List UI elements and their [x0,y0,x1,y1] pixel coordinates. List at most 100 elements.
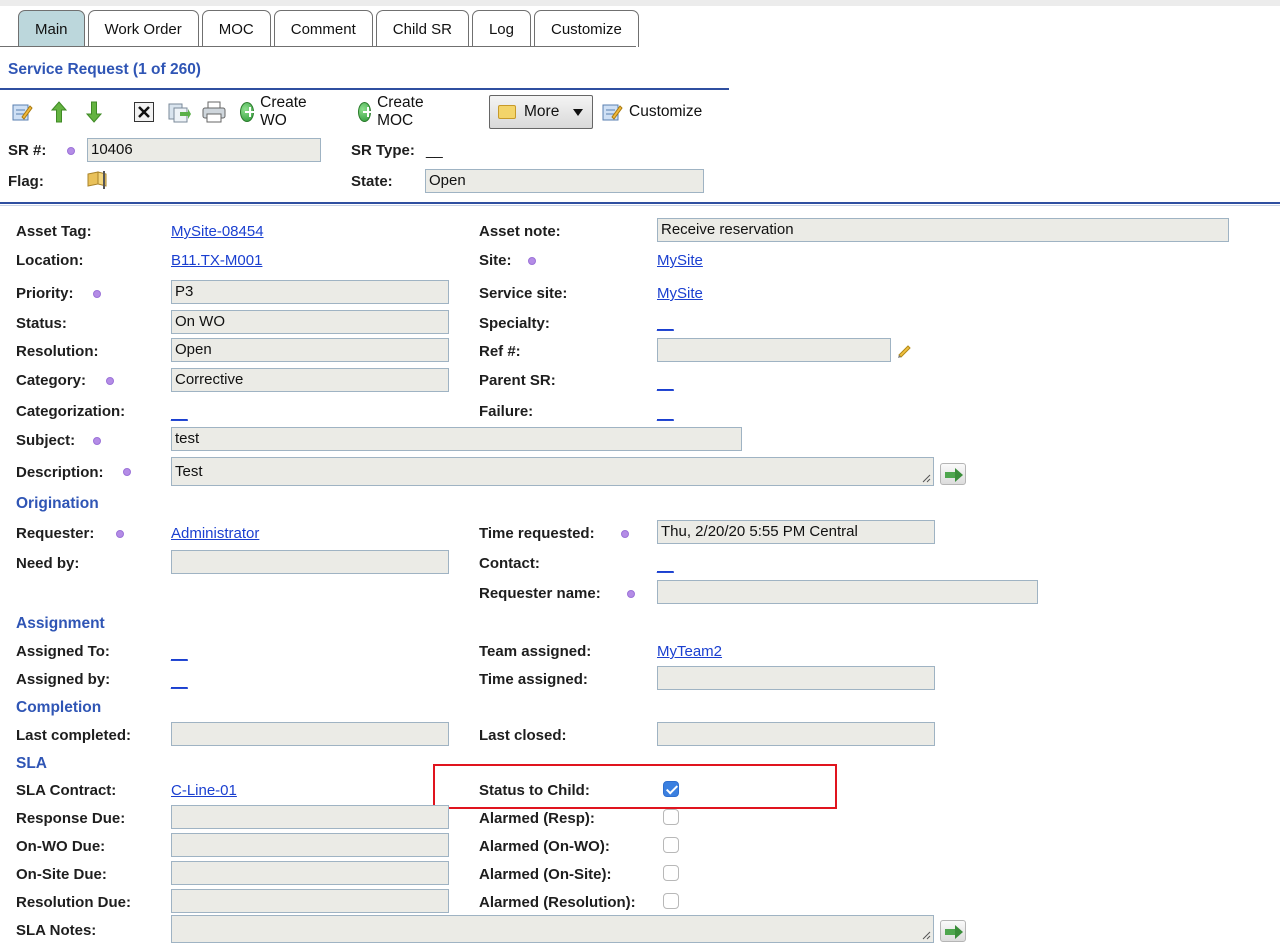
sla-notes-textarea[interactable] [171,915,934,943]
priority-label: Priority: [16,285,74,302]
assigned-to-link[interactable]: __ [171,645,188,662]
site-link[interactable]: MySite [657,252,703,269]
resolution-field[interactable]: Open [171,338,449,362]
tab-work-order[interactable]: Work Order [87,10,199,47]
alarmed-onwo-checkbox[interactable] [663,837,679,853]
team-assigned-link[interactable]: MyTeam2 [657,643,722,660]
resize-grip-icon[interactable] [921,473,931,483]
more-dropdown-button[interactable]: More [489,95,593,129]
customize-button[interactable]: Customize [601,95,702,129]
header-divider [0,88,729,90]
priority-field[interactable]: P3 [171,280,449,304]
alarmed-resp-checkbox[interactable] [663,809,679,825]
create-moc-label: Create MOC [377,94,424,129]
service-site-link[interactable]: MySite [657,285,703,302]
alarmed-resolution-label: Alarmed (Resolution): [479,894,636,911]
failure-label: Failure: [479,403,534,420]
asset-note-label: Asset note: [479,223,561,240]
sla-notes-label: SLA Notes: [16,922,97,939]
completion-heading: Completion [16,699,102,716]
contact-link[interactable]: __ [657,557,674,574]
origination-heading: Origination [16,495,99,512]
requester-name-field[interactable] [657,580,1038,604]
copy-button[interactable] [166,95,192,129]
onwo-due-field[interactable] [171,833,449,857]
subject-label: Subject: [16,432,76,449]
delete-x-icon [134,102,154,122]
sla-heading: SLA [16,755,47,772]
asset-note-field[interactable]: Receive reservation [657,218,1229,242]
section-divider-shadow [0,205,1280,206]
required-dot [67,147,75,155]
tab-underline [0,46,636,47]
time-assigned-label: Time assigned: [479,671,588,688]
specialty-link[interactable]: __ [657,315,674,332]
sr-number-field[interactable]: 10406 [87,138,321,162]
tab-customize[interactable]: Customize [534,10,639,47]
sla-contract-link[interactable]: C-Line-01 [171,782,237,799]
last-closed-field[interactable] [657,722,935,746]
category-field[interactable]: Corrective [171,368,449,392]
tab-comment[interactable]: Comment [273,10,373,47]
location-link[interactable]: B11.TX-M001 [171,252,262,269]
section-divider [0,202,1280,204]
alarmed-resp-label: Alarmed (Resp): [479,810,595,827]
tab-moc[interactable]: MOC [201,10,271,47]
edit-button[interactable] [10,95,34,129]
failure-link[interactable]: __ [657,405,674,422]
create-moc-button[interactable]: Create MOC [358,94,431,129]
create-wo-button[interactable]: Create WO [240,94,313,129]
tab-child-sr[interactable]: Child SR [375,10,469,47]
previous-record-button[interactable] [49,95,69,129]
state-field[interactable]: Open [425,169,704,193]
categorization-link[interactable]: __ [171,405,188,422]
expand-description-button[interactable] [940,463,966,485]
copy-icon [168,103,191,123]
next-record-button[interactable] [84,95,104,129]
delete-button[interactable] [133,95,155,129]
time-assigned-field[interactable] [657,666,935,690]
sr-type-value[interactable]: __ [426,142,443,159]
tab-main[interactable]: Main [18,10,85,47]
required-dot [116,530,124,538]
last-completed-label: Last completed: [16,727,132,744]
highlight-box [433,764,837,809]
print-button[interactable] [201,95,227,129]
site-label: Site: [479,252,512,269]
state-label: State: [351,173,393,190]
alarmed-resolution-checkbox[interactable] [663,893,679,909]
onsite-due-field[interactable] [171,861,449,885]
resolution-due-field[interactable] [171,889,449,913]
pencil-icon[interactable] [896,341,914,359]
onwo-due-label: On-WO Due: [16,838,106,855]
description-textarea[interactable]: Test [171,457,934,486]
expand-sla-notes-button[interactable] [940,920,966,942]
asset-tag-link[interactable]: MySite-08454 [171,223,264,240]
ref-number-field[interactable] [657,338,891,362]
team-assigned-label: Team assigned: [479,643,592,660]
alarmed-onsite-checkbox[interactable] [663,865,679,881]
tab-log[interactable]: Log [471,10,531,47]
status-label: Status: [16,315,67,332]
requester-label: Requester: [16,525,95,542]
create-wo-label: Create WO [260,94,307,129]
requester-link[interactable]: Administrator [171,525,259,542]
status-field[interactable]: On WO [171,310,449,334]
required-dot [621,530,629,538]
parent-sr-link[interactable]: __ [657,375,674,392]
resolution-due-label: Resolution Due: [16,894,131,911]
flag-icon[interactable] [86,170,108,190]
sr-number-label: SR #: [8,142,47,159]
folder-icon [498,105,516,119]
resize-grip-icon[interactable] [921,930,931,940]
assigned-by-link[interactable]: __ [171,673,188,690]
contact-label: Contact: [479,555,540,572]
required-dot [93,290,101,298]
edit-form-icon [12,104,33,121]
time-requested-field[interactable]: Thu, 2/20/20 5:55 PM Central [657,520,935,544]
alarmed-onsite-label: Alarmed (On-Site): [479,866,612,883]
need-by-field[interactable] [171,550,449,574]
response-due-field[interactable] [171,805,449,829]
subject-field[interactable]: test [171,427,742,451]
last-completed-field[interactable] [171,722,449,746]
